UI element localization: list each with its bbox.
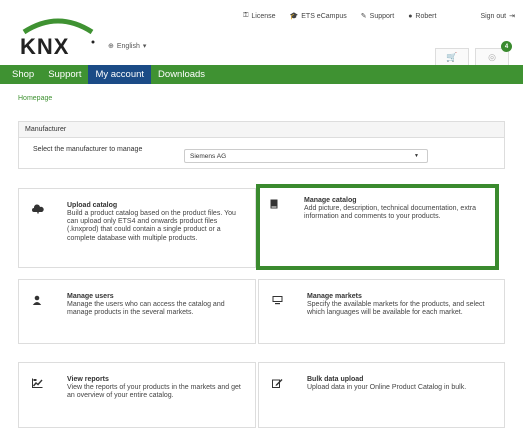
edit-icon	[272, 378, 284, 388]
user-icon: ●	[408, 12, 413, 20]
card-title: View reports	[67, 376, 109, 383]
top-header: KNX ⊕ English ▾ ⚿ License 🎓 ETS eCampus …	[0, 0, 523, 65]
card-description: Build a product catalog based on the pro…	[67, 210, 236, 242]
ets-ecampus-link[interactable]: 🎓 ETS eCampus	[289, 12, 347, 21]
graduation-cap-icon: 🎓	[289, 13, 299, 20]
notifications-button[interactable]: ◎ 4	[475, 41, 512, 65]
license-link[interactable]: ⚿ License	[243, 12, 275, 20]
tab-downloads[interactable]: Downloads	[151, 65, 212, 84]
sign-out-icon: ⇥	[509, 13, 515, 20]
manufacturer-selected: Siemens AG	[190, 152, 227, 160]
card-description: Manage the users who can access the cata…	[67, 301, 225, 317]
main-nav: Shop Support My account Downloads	[0, 65, 523, 84]
manage-catalog-card[interactable]: Manage catalog Add picture, description,…	[256, 184, 499, 270]
top-links: ⚿ License 🎓 ETS eCampus ✎ Support ● Robe…	[243, 12, 515, 20]
card-title: Manage catalog	[304, 197, 357, 204]
globe-icon: ◎	[488, 51, 496, 62]
key-icon: ⚿	[243, 12, 249, 19]
card-description: Upload data in your Online Product Catal…	[307, 384, 467, 391]
support-label: Support	[369, 12, 395, 20]
card-title: Bulk data upload	[307, 376, 364, 383]
breadcrumb[interactable]: Homepage	[18, 95, 52, 102]
manage-markets-card[interactable]: Manage markets Specify the available mar…	[258, 279, 505, 344]
user-icon	[32, 295, 44, 305]
chart-icon	[32, 378, 44, 388]
card-title: Manage users	[67, 293, 114, 300]
tab-shop[interactable]: Shop	[0, 65, 41, 84]
card-title: Manage markets	[307, 293, 362, 300]
user-name: Robert	[415, 12, 437, 20]
manage-users-card[interactable]: Manage users Manage the users who can ac…	[18, 279, 256, 344]
globe-icon: ⊕	[108, 43, 114, 50]
cloud-upload-icon	[32, 204, 44, 214]
caret-down-icon: ▼	[414, 153, 419, 159]
card-description: Add picture, description, technical docu…	[304, 205, 476, 221]
ets-ecampus-label: ETS eCampus	[301, 12, 347, 20]
monitor-icon	[272, 295, 284, 305]
manufacturer-panel: Manufacturer Select the manufacturer to …	[18, 121, 505, 169]
card-description: Specify the available markets for the pr…	[307, 301, 485, 317]
knx-logo[interactable]: KNX	[18, 14, 98, 58]
svg-text:KNX: KNX	[20, 34, 69, 58]
card-title: Upload catalog	[67, 202, 118, 209]
upload-catalog-card[interactable]: Upload catalog Build a product catalog b…	[18, 188, 256, 268]
tab-support[interactable]: Support	[41, 65, 88, 84]
manufacturer-select[interactable]: Siemens AG ▼	[184, 149, 428, 163]
book-icon	[269, 199, 281, 209]
view-reports-card[interactable]: View reports View the reports of your pr…	[18, 362, 256, 428]
manufacturer-label: Select the manufacturer to manage	[33, 146, 143, 153]
language-label: English	[116, 42, 140, 50]
language-selector[interactable]: ⊕ English ▾	[108, 42, 147, 51]
cart-button[interactable]: 🛒	[435, 48, 469, 65]
bulk-data-upload-card[interactable]: Bulk data upload Upload data in your Onl…	[258, 362, 505, 428]
sign-out-label: Sign out	[480, 12, 507, 20]
wrench-icon: ✎	[360, 13, 367, 20]
user-link[interactable]: ● Robert	[408, 13, 436, 20]
card-description: View the reports of your products in the…	[67, 384, 241, 400]
license-label: License	[251, 12, 276, 20]
notification-badge: 4	[501, 41, 512, 52]
cart-icon: 🛒	[446, 51, 458, 62]
tab-my-account[interactable]: My account	[88, 65, 152, 84]
caret-down-icon: ▾	[142, 43, 147, 50]
support-link[interactable]: ✎ Support	[360, 12, 395, 21]
manufacturer-heading: Manufacturer	[19, 122, 504, 138]
sign-out-link[interactable]: Sign out ⇥	[480, 12, 515, 21]
